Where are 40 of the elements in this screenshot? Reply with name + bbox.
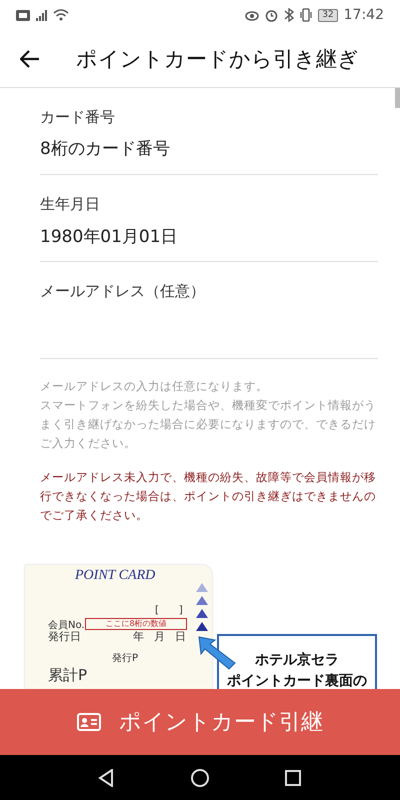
battery-icon: 32	[318, 8, 338, 22]
clock-time: 17:42	[344, 7, 384, 23]
info-note: スマートフォンを紛失した場合や、機種変でポイント情報がうまく引き継げなかった場合に必要になりますので、できるだけご入力ください。	[40, 397, 377, 452]
triangles-drawing	[196, 583, 208, 631]
issue-date-label: 発行日	[48, 631, 81, 643]
date-unit: 日	[175, 631, 186, 643]
callout-text: ホテル京セラ	[255, 652, 339, 668]
member-number-label: 会員No.	[48, 620, 85, 631]
eye-icon	[245, 9, 260, 21]
field-label: メールアドレス（任意）	[40, 282, 206, 301]
field-label: 生年月日	[40, 195, 101, 214]
hd-icon	[16, 10, 30, 20]
back-icon	[98, 768, 116, 786]
callout-text: ポイントカード裏面の	[227, 673, 367, 689]
card-title: POINT CARD	[75, 568, 156, 584]
wifi-icon	[53, 9, 69, 21]
alarm-icon	[265, 8, 278, 22]
date-unit: 年	[133, 631, 144, 643]
field-label: カード番号	[40, 108, 116, 127]
total-points-label: 累計P	[48, 669, 88, 681]
signal-icon	[36, 10, 47, 20]
member-number-hint: ここに8桁の数値	[85, 618, 187, 630]
screen-title: ポイントカードから引き継ぎ	[76, 46, 359, 72]
date-unit: 月	[154, 631, 165, 643]
vibrate-icon	[300, 8, 312, 22]
back-arrow-icon	[20, 48, 40, 68]
issued-points-label: 発行P	[112, 653, 138, 665]
bracket-text: [ ]	[155, 605, 183, 617]
scrollbar-thumb	[395, 88, 400, 108]
recents-icon	[284, 768, 302, 786]
bluetooth-icon	[284, 8, 294, 22]
info-note: メールアドレスの入力は任意になります。	[40, 378, 269, 395]
warning-note: メールアドレス未入力で、機種の紛失、故障等で会員情報が移行できなくなった場合は、ポイントの引き継ぎはできませんのでご了承ください。	[40, 469, 377, 524]
arrow-icon	[197, 635, 237, 671]
home-icon	[190, 768, 209, 786]
id-card-icon	[77, 713, 101, 731]
input-field[interactable]: 8桁のカード番号	[40, 127, 378, 174]
home-button[interactable]	[188, 766, 211, 788]
transfer-button[interactable]: ポイントカード引継	[0, 689, 400, 755]
input-field[interactable]: 1980年01月01日	[40, 214, 378, 261]
